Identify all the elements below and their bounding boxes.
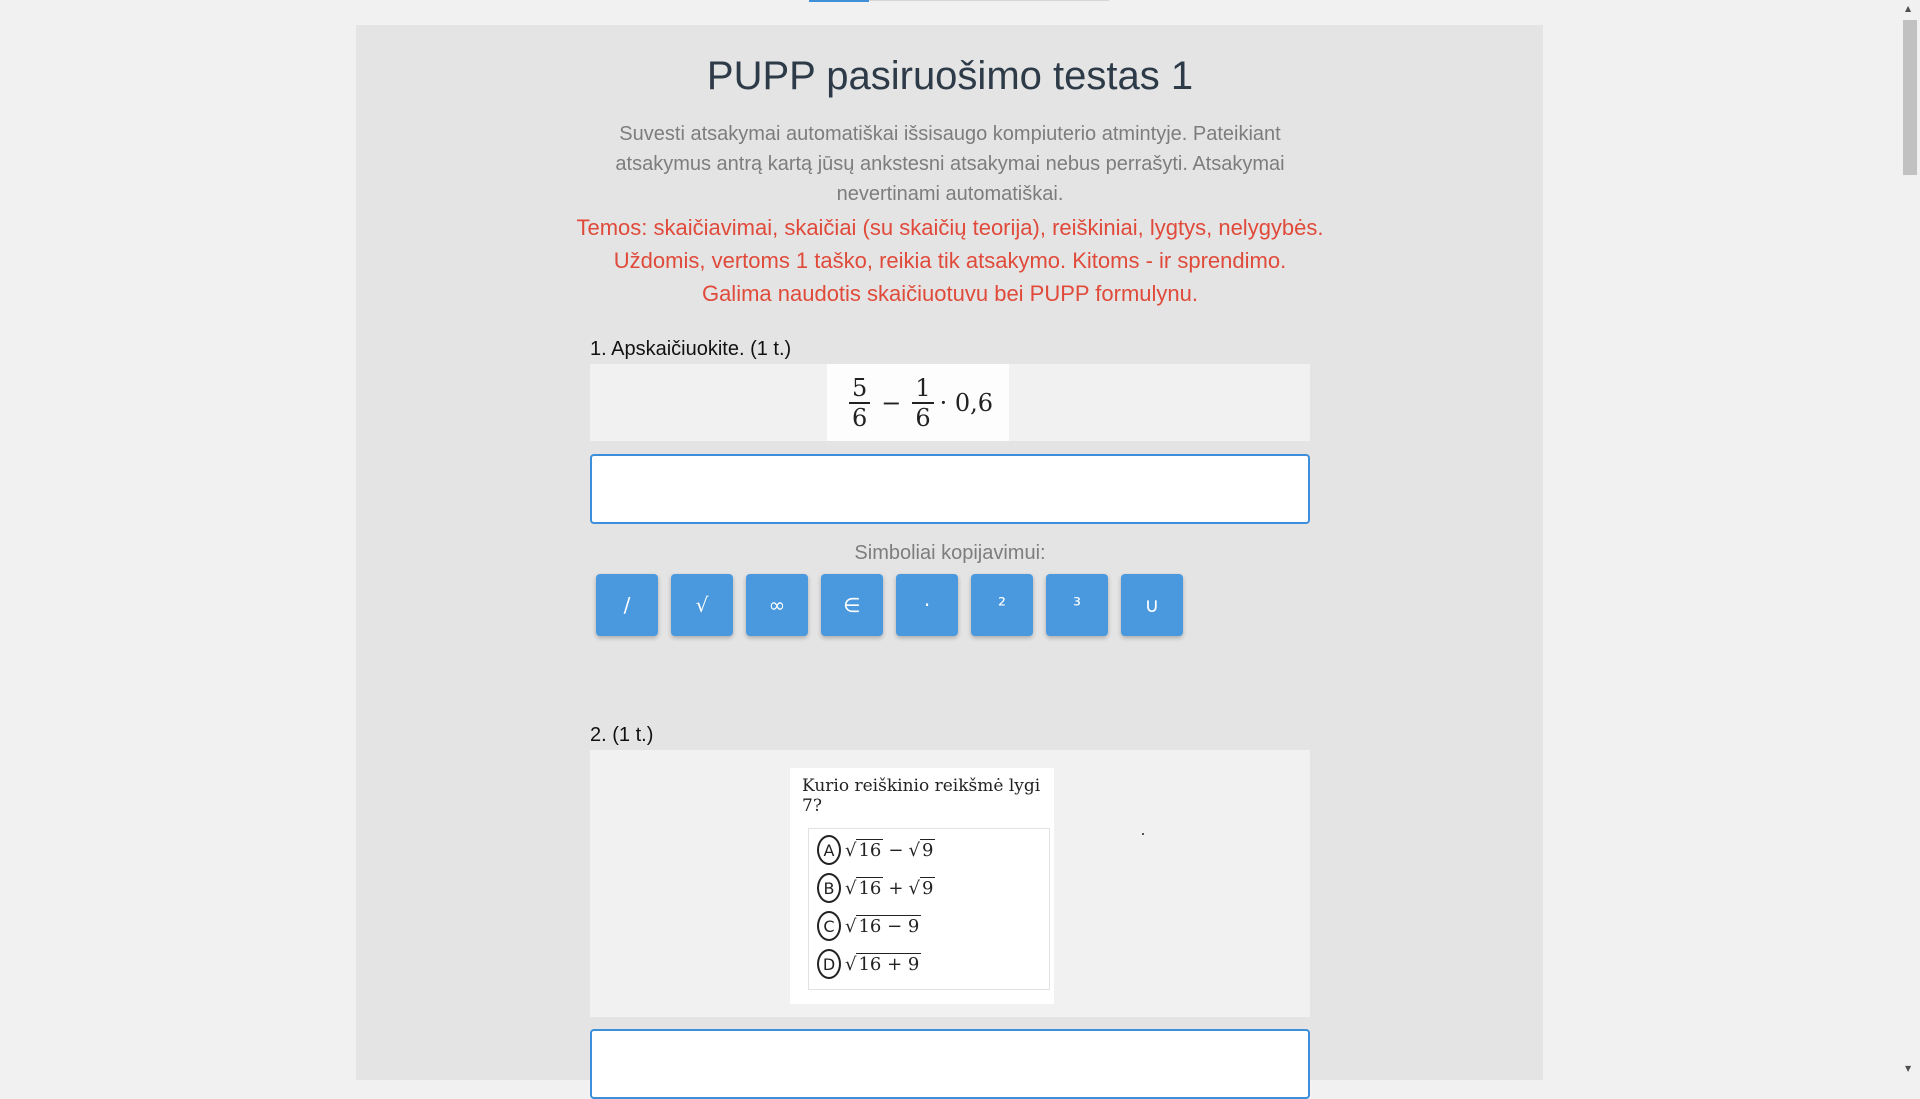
question-2-image: Kurio reiškinio reikšmė lygi 7? A √ 16 − … [790,768,1054,1004]
vertical-scrollbar[interactable]: ▲ ▼ [1900,0,1920,1080]
tab-underline [869,0,1109,1]
question-2-image-box: Kurio reiškinio reikšmė lygi 7? A √ 16 − … [590,750,1310,1017]
symbols-label: Simboliai kopijavimui: [854,542,1046,564]
fraction-2-denominator: 6 [915,403,931,432]
scrollbar-thumb[interactable] [1903,20,1917,175]
question-1-formula-box: 5 6 − 1 6 · 0,6 [590,364,1310,441]
quiz-card: PUPP pasiruošimo testas 1 Suvesti atsaky… [356,25,1543,1099]
symbol-square-button[interactable]: ² [971,574,1033,636]
option-a-operator: − [888,839,904,861]
stray-dot [1142,833,1144,835]
symbol-slash-button[interactable]: / [596,574,658,636]
symbol-element-of-button[interactable]: ∈ [821,574,883,636]
question-2-title: 2. (1 t.) [590,724,654,746]
option-a-radicand-2: 9 [919,839,936,861]
option-c: C √ 16 − 9 [817,911,922,941]
option-c-letter: C [817,911,841,941]
top-strip [0,0,1900,25]
option-d: D √ 16 + 9 [817,949,922,979]
option-b-operator: + [888,877,904,899]
option-c-radicand: 16 − 9 [856,915,922,937]
option-d-letter: D [817,949,841,979]
symbol-dot-button[interactable]: · [896,574,958,636]
topics-text: Temos: skaičiavimai, skaičiai (su skaiči… [576,215,1324,306]
question-1-title: 1. Apskaičiuokite. (1 t.) [590,338,792,360]
symbol-cube-button[interactable]: ³ [1046,574,1108,636]
option-b-radicand-1: 16 [856,877,884,899]
question-2-text: Kurio reiškinio reikšmė lygi 7? [802,776,1041,816]
symbol-union-button[interactable]: ∪ [1121,574,1183,636]
option-b-radicand-2: 9 [919,877,936,899]
fraction-1-numerator: 5 [848,374,871,404]
intro-text: Suvesti atsakymai automatiškai išsisaugo… [615,123,1285,205]
option-d-radicand: 16 + 9 [856,953,922,975]
option-a: A √ 16 − √ 9 [817,835,936,865]
quiz-content: PUPP pasiruošimo testas 1 Suvesti atsaky… [576,25,1324,1099]
scroll-down-icon[interactable]: ▼ [1905,1064,1911,1073]
fraction-2: 1 6 [912,374,934,432]
minus-sign: − [881,388,902,417]
fraction-2-numerator: 1 [912,374,934,404]
question-2-options: A √ 16 − √ 9 B √ 16 + √ 9 C √ 16 − 9 D √… [808,828,1050,990]
active-tab-indicator [809,0,869,2]
option-b: B √ 16 + √ 9 [817,873,936,903]
fraction-1-denominator: 6 [851,403,868,432]
question-2-answer-input[interactable] [590,1029,1310,1099]
option-b-letter: B [817,873,841,903]
formula-multiplier: · 0,6 [939,388,994,417]
symbol-infinity-button[interactable]: ∞ [746,574,808,636]
question-1-formula-image: 5 6 − 1 6 · 0,6 [827,364,1009,441]
option-a-letter: A [817,835,841,865]
scroll-up-icon[interactable]: ▲ [1905,4,1911,13]
symbol-sqrt-button[interactable]: √ [671,574,733,636]
fraction-1: 5 6 [848,374,871,432]
option-a-radicand-1: 16 [856,839,884,861]
page-title: PUPP pasiruošimo testas 1 [706,54,1194,98]
question-1-answer-input[interactable] [590,454,1310,524]
